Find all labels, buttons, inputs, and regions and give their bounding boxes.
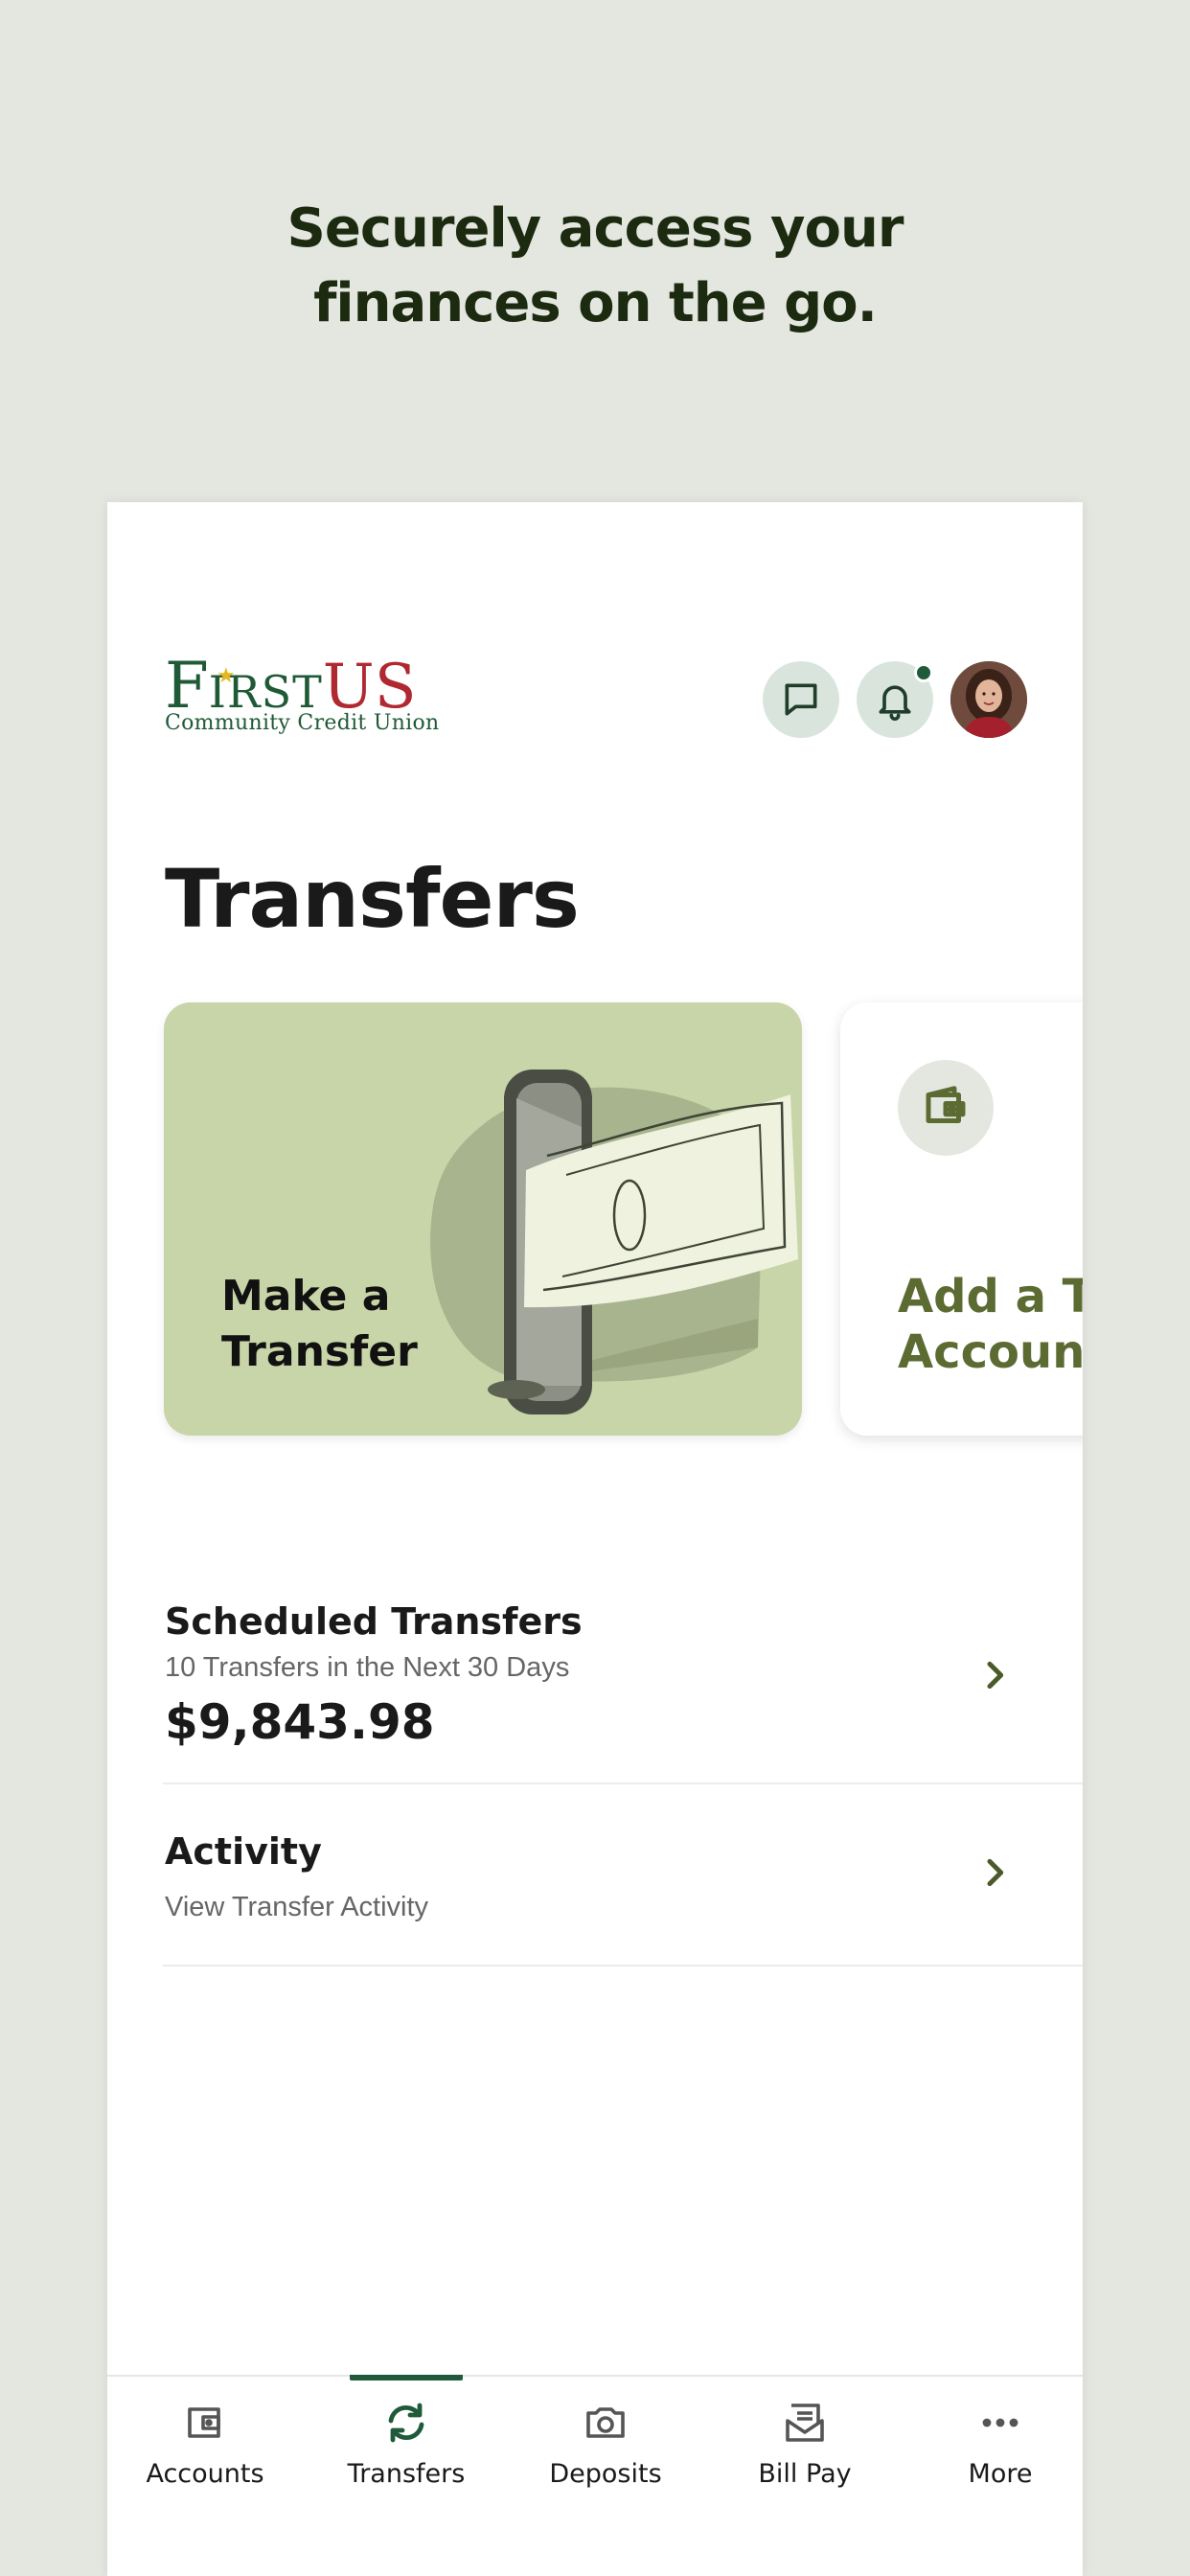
wallet-icon: [926, 1086, 966, 1123]
chevron-right-icon: [987, 1661, 1004, 1690]
page-title: Transfers: [165, 852, 580, 946]
scheduled-transfers-subtitle: 10 Transfers in the Next 30 Days: [165, 1652, 570, 1683]
add-transfer-account-card[interactable]: Add a Tr Account: [840, 1002, 1083, 1436]
user-avatar[interactable]: [950, 661, 1027, 738]
app-screen: FIRSTUS ★ Community Credit Union Transfe…: [107, 502, 1083, 2576]
activity-row[interactable]: Activity View Transfer Activity: [163, 1786, 1083, 1966]
tab-more[interactable]: More: [903, 2377, 1083, 2511]
wallet-icon: [188, 2407, 220, 2438]
brand-logo: FIRSTUS ★ Community Credit Union: [165, 655, 439, 742]
notifications-button[interactable]: [857, 661, 933, 738]
add-account-label: Add a Tr Account: [898, 1270, 1083, 1379]
more-dots-icon: [982, 2418, 1018, 2427]
marketing-headline: Securely access your finances on the go.: [0, 192, 1190, 341]
scheduled-transfers-amount: $9,843.98: [165, 1694, 435, 1750]
logo-star-icon: ★: [217, 663, 236, 687]
avatar-photo: [950, 661, 1027, 738]
tab-bill-pay[interactable]: Bill Pay: [707, 2377, 903, 2511]
make-transfer-card[interactable]: Make a Transfer: [164, 1002, 802, 1436]
activity-title: Activity: [165, 1830, 322, 1873]
logo-subtitle: Community Credit Union: [165, 711, 440, 735]
bell-icon: [879, 685, 911, 721]
chat-button[interactable]: [763, 661, 839, 738]
envelope-icon: [786, 2404, 824, 2442]
activity-subtitle: View Transfer Activity: [165, 1892, 429, 1922]
message-square-icon: [785, 683, 817, 716]
headline-line-2: finances on the go.: [313, 272, 878, 334]
notification-dot: [914, 663, 933, 682]
headline-line-1: Securely access your: [286, 197, 904, 260]
chevron-right-icon: [987, 1858, 1004, 1887]
refresh-arrows-icon: [388, 2403, 424, 2443]
scheduled-transfers-row[interactable]: Scheduled Transfers 10 Transfers in the …: [163, 1572, 1083, 1784]
active-tab-indicator: [350, 2375, 463, 2380]
make-transfer-label: Make a Transfer: [221, 1272, 418, 1376]
tab-transfers[interactable]: Transfers: [309, 2375, 504, 2511]
scheduled-transfers-title: Scheduled Transfers: [165, 1600, 583, 1643]
tab-accounts[interactable]: Accounts: [107, 2377, 303, 2511]
camera-icon: [586, 2407, 625, 2438]
bottom-tab-bar: Accounts Transfers Deposits Bill Pay Mor…: [107, 2375, 1083, 2576]
add-account-icon-badge: [898, 1060, 994, 1156]
tab-deposits[interactable]: Deposits: [508, 2377, 703, 2511]
